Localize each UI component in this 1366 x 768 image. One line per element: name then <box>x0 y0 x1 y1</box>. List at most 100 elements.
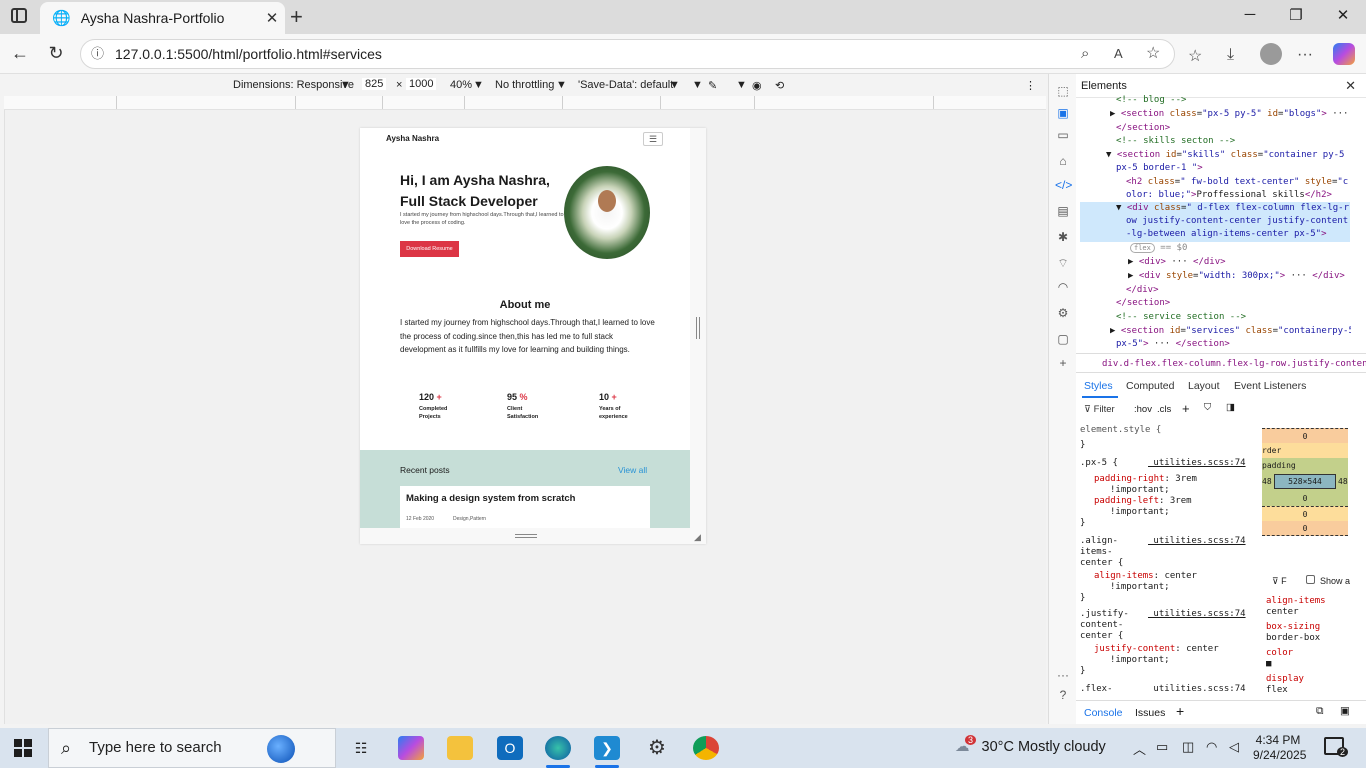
elements-icon[interactable]: </> <box>1055 178 1072 194</box>
throttling-select[interactable]: No throttling <box>495 79 554 91</box>
browser-tab[interactable]: 🌐 Aysha Nashra-Portfolio ✕ <box>40 2 285 34</box>
chevron-down-icon[interactable]: ▼ <box>556 79 567 91</box>
filter-input[interactable]: ⊽ Filter <box>1084 404 1115 415</box>
media-query-ruler[interactable] <box>4 96 1046 110</box>
close-window-icon[interactable]: ✕ <box>1320 6 1366 28</box>
tab-issues[interactable]: Issues <box>1135 707 1165 719</box>
weather-widget[interactable]: ☁ 3 30°C Mostly cloudy <box>955 735 1106 755</box>
back-icon[interactable]: ← <box>8 43 32 64</box>
tab-console[interactable]: Console <box>1084 707 1123 719</box>
site-info-icon[interactable]: ⓘ <box>91 40 104 68</box>
battery-icon[interactable]: ▭ <box>1156 739 1168 755</box>
zoom-icon[interactable]: ⌕ <box>1081 40 1089 68</box>
performance-icon[interactable]: ◠ <box>1055 280 1071 296</box>
chevron-down-icon[interactable]: ▼ <box>736 79 747 91</box>
dock-icon[interactable]: ⧉ <box>1316 705 1324 718</box>
dimensions-select[interactable]: Dimensions: Responsive <box>233 79 354 91</box>
breadcrumb[interactable]: div.d-flex.flex-column.flex-lg-row.justi… <box>1076 353 1366 373</box>
welcome-icon[interactable]: ▭ <box>1055 128 1071 144</box>
brand-logo[interactable]: Aysha Nashra <box>386 134 439 143</box>
file-explorer-icon[interactable] <box>447 736 473 760</box>
computed-filter-icon[interactable]: ⊽ F <box>1272 576 1287 587</box>
box-padding-left: 48 <box>1262 477 1272 486</box>
chevron-down-icon[interactable]: ▼ <box>340 79 351 91</box>
outlook-icon[interactable]: O <box>497 736 523 760</box>
inspect-icon[interactable]: ⬚ <box>1055 84 1071 100</box>
resize-handle-right[interactable] <box>696 317 700 339</box>
home-icon[interactable]: ⌂ <box>1055 154 1071 170</box>
css-rules[interactable]: element.style { } .px-5 { _utilities.scs… <box>1076 422 1252 692</box>
download-resume-button[interactable]: Download Resume <box>400 241 459 257</box>
copilot-app-icon[interactable] <box>398 736 424 760</box>
close-tab-icon[interactable]: ✕ <box>259 9 285 27</box>
task-view-icon[interactable]: ☷ <box>348 736 374 760</box>
add-tool-icon[interactable]: + <box>1055 356 1071 372</box>
vscode-icon[interactable]: ❯ <box>594 736 620 760</box>
close-devtools-icon[interactable]: ✕ <box>1345 78 1356 94</box>
dom-tree[interactable]: <!-- blog --> ▶ <section class="px-5 py-… <box>1076 94 1351 352</box>
refresh-icon[interactable]: ↻ <box>44 43 68 64</box>
eyedropper-icon[interactable]: ✎ <box>708 79 717 92</box>
favorite-icon[interactable]: ☆ <box>1146 40 1160 68</box>
more-options-icon[interactable]: ⋮ <box>1025 79 1036 92</box>
portfolio-page[interactable]: Aysha Nashra ☰ Hi, I am Aysha Nashra, Fu… <box>360 128 690 528</box>
hamburger-menu-icon[interactable]: ☰ <box>643 132 663 146</box>
add-drawer-tab-icon[interactable]: + <box>1176 703 1184 719</box>
zoom-select[interactable]: 40% <box>450 79 472 91</box>
volume-icon[interactable]: ◁ <box>1229 739 1239 755</box>
avatar[interactable] <box>1260 43 1282 65</box>
clock[interactable]: 4:34 PM 9/24/2025 <box>1253 733 1306 763</box>
favorites-icon[interactable]: ☆ <box>1188 46 1202 66</box>
show-all-checkbox[interactable] <box>1306 575 1315 584</box>
maximize-icon[interactable]: ❐ <box>1273 6 1319 28</box>
chevron-down-icon[interactable]: ▼ <box>669 79 680 91</box>
more-icon[interactable]: ··· <box>1297 46 1313 64</box>
copilot-icon[interactable] <box>1333 43 1355 65</box>
wifi-icon[interactable]: ◠ <box>1206 739 1217 755</box>
add-rule-icon[interactable]: + <box>1182 401 1190 416</box>
chrome-icon[interactable] <box>693 736 719 760</box>
settings-icon[interactable]: ⚙ <box>1055 306 1071 322</box>
edge-icon[interactable] <box>545 736 571 760</box>
more-tools-icon[interactable]: ··· <box>1055 668 1071 684</box>
application-icon[interactable]: ▢ <box>1055 332 1071 348</box>
chevron-up-icon[interactable]: ︿ <box>1133 739 1146 758</box>
cls-toggle[interactable]: .cls <box>1157 404 1171 415</box>
sidebar-toggle-icon[interactable] <box>11 8 27 23</box>
stat-projects: 120 + Completed Projects <box>419 392 489 421</box>
console-icon[interactable]: ▤ <box>1055 204 1071 220</box>
read-aloud-icon[interactable]: A <box>1114 40 1123 68</box>
height-input[interactable]: 1000 <box>406 78 437 90</box>
eye-icon[interactable]: ◉ <box>752 79 762 92</box>
help-icon[interactable]: ? <box>1055 688 1071 704</box>
save-data-select[interactable]: 'Save-Data': default <box>578 79 673 91</box>
post-date: 12 Feb 2020 <box>406 516 435 522</box>
paint-icon[interactable]: ⛉ <box>1204 402 1211 413</box>
resize-handle-corner[interactable]: ◢ <box>694 532 701 543</box>
address-bar[interactable]: ⓘ 127.0.0.1:5500/html/portfolio.html#ser… <box>80 39 1175 69</box>
new-tab-icon[interactable]: + <box>290 4 303 30</box>
meet-icon[interactable]: ◫ <box>1182 739 1194 755</box>
tab-styles[interactable]: Styles <box>1084 380 1113 392</box>
width-input[interactable]: 825 <box>362 78 387 90</box>
hov-toggle[interactable]: :hov <box>1134 404 1152 415</box>
drawer-close-icon[interactable]: ▣ <box>1340 705 1350 717</box>
rotate-icon[interactable]: ⟲ <box>775 79 784 92</box>
taskbar-search[interactable]: ⌕ Type here to search <box>48 728 336 768</box>
device-toggle-icon[interactable]: ▣ <box>1055 106 1071 122</box>
chevron-down-icon[interactable]: ▼ <box>692 79 703 91</box>
tab-event-listeners[interactable]: Event Listeners <box>1234 380 1306 392</box>
resize-handle-bottom[interactable] <box>515 534 537 538</box>
tab-layout[interactable]: Layout <box>1188 380 1220 392</box>
minimize-icon[interactable]: ─ <box>1227 6 1273 28</box>
downloads-icon[interactable]: ⤓ <box>1227 46 1234 64</box>
network-icon[interactable]: ⌔ <box>1055 256 1071 272</box>
settings-app-icon[interactable]: ⚙ <box>644 736 670 760</box>
sidebar-toggle-icon[interactable]: ◨ <box>1226 402 1235 413</box>
view-all-link[interactable]: View all <box>618 465 647 475</box>
windows-start-icon[interactable] <box>14 739 32 757</box>
chevron-down-icon[interactable]: ▼ <box>473 79 484 91</box>
bug-icon[interactable]: ✱ <box>1055 230 1071 246</box>
tab-computed[interactable]: Computed <box>1126 380 1174 392</box>
post-card[interactable]: Making a design system from scratch 12 F… <box>400 486 650 528</box>
